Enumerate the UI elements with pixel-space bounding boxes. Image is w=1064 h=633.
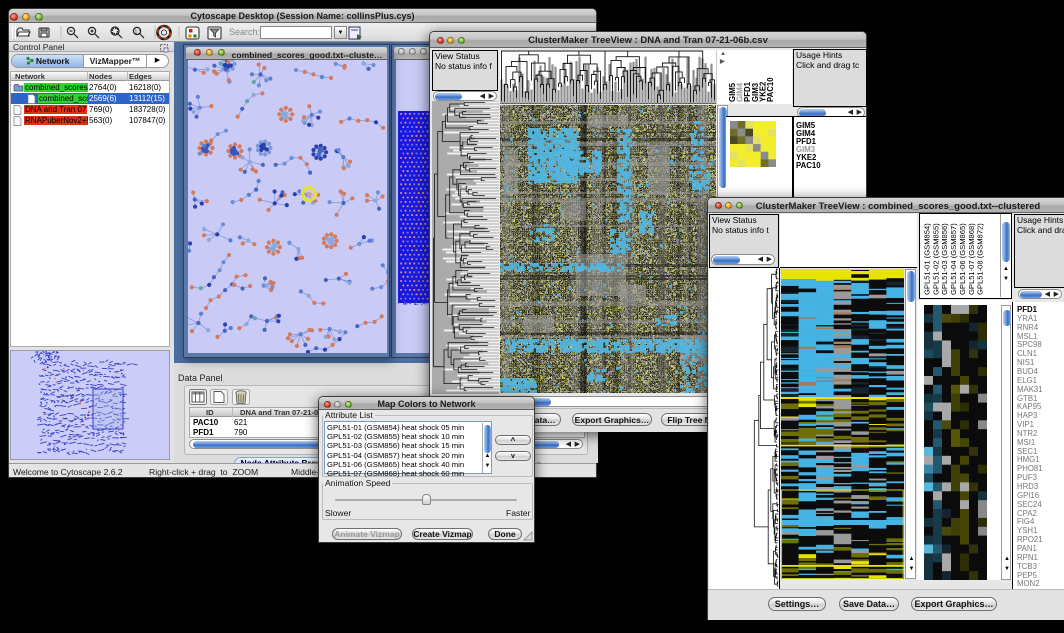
svg-text:GPL51-08 (GSM872): GPL51-08 (GSM872) <box>976 223 985 295</box>
svg-text:GPL51-06 (GSM865): GPL51-06 (GSM865) <box>958 223 967 295</box>
svg-text:GPL51-03 (GSM856): GPL51-03 (GSM856) <box>940 223 949 295</box>
svg-text:1:1: 1:1 <box>135 30 142 36</box>
svg-text:Search:: Search: <box>229 27 260 37</box>
svg-text:PAC10: PAC10 <box>766 77 775 102</box>
svg-text:GPL51-07 (GSM868): GPL51-07 (GSM868) <box>967 223 976 295</box>
svg-text:GPL51-01 (GSM854): GPL51-01 (GSM854) <box>923 223 932 295</box>
svg-text:GPL51-02 (GSM855): GPL51-02 (GSM855) <box>931 223 940 295</box>
svg-text:GPL51-04 (GSM857): GPL51-04 (GSM857) <box>949 223 958 295</box>
